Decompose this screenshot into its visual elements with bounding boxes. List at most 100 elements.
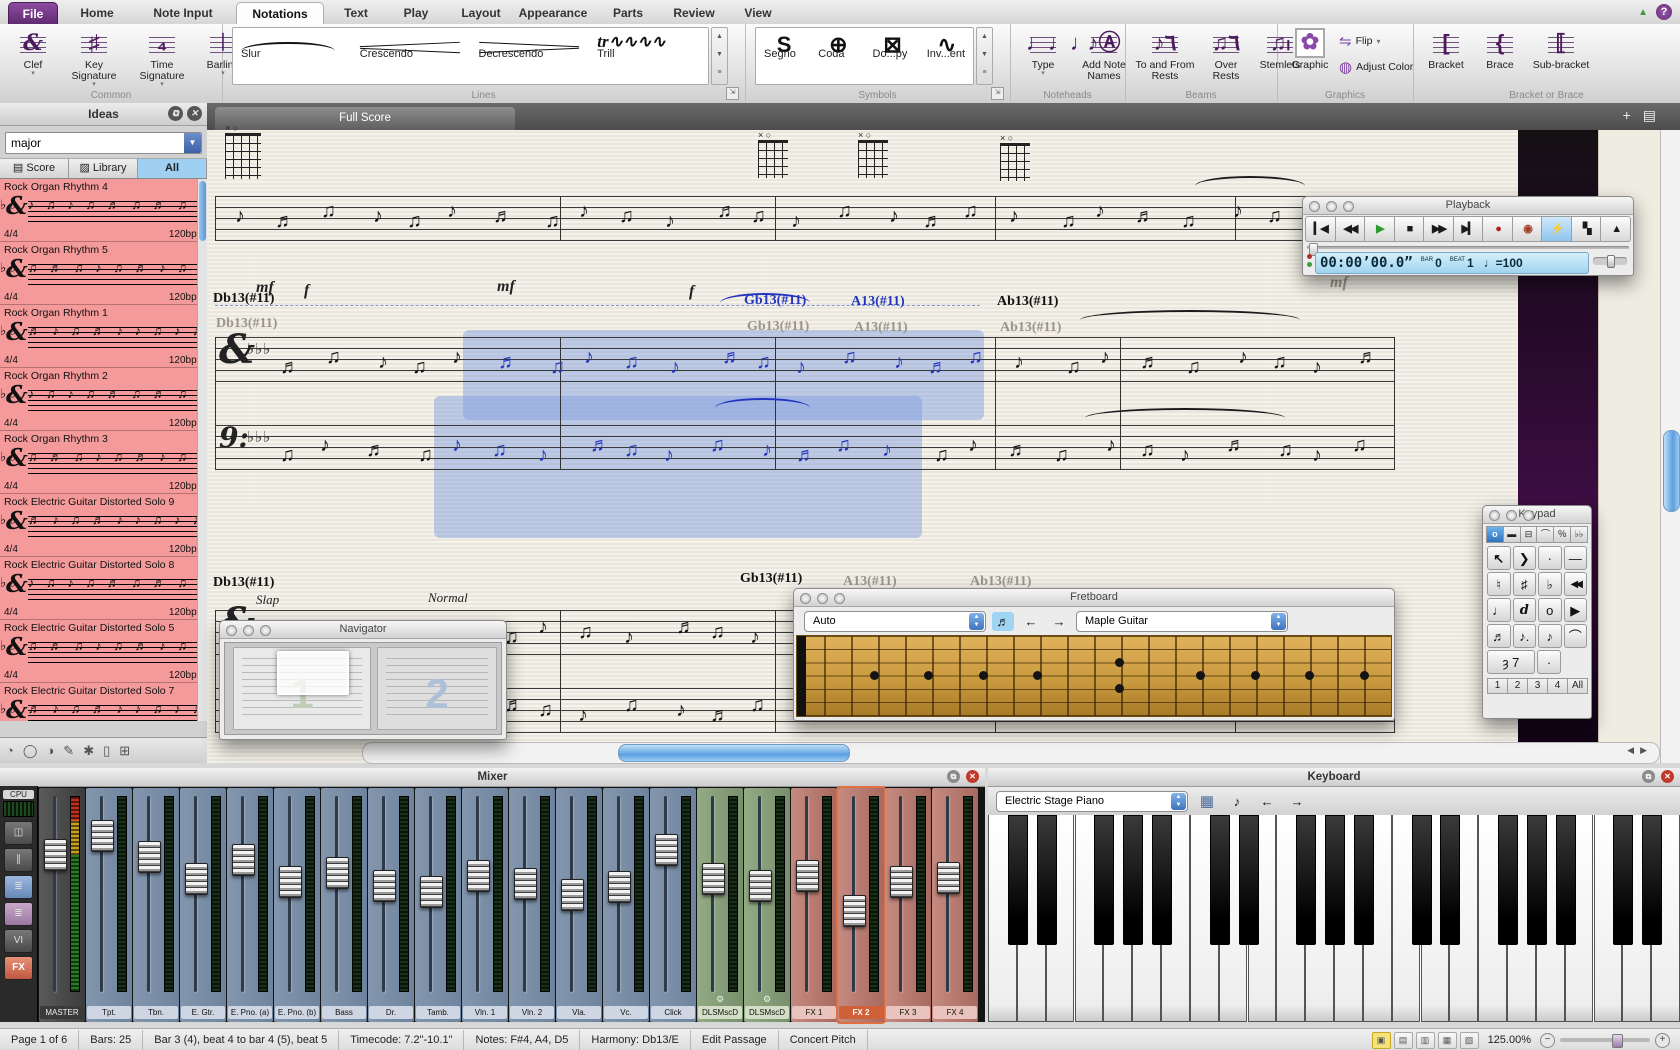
panels-view-icon[interactable]: ▣ — [1372, 1032, 1391, 1049]
vertical-scrollbar[interactable] — [1660, 130, 1680, 763]
note-cluster[interactable]: ♫ — [492, 440, 507, 460]
note-cluster[interactable]: ♫ — [1066, 357, 1081, 377]
escape-key[interactable]: ↖ — [1487, 546, 1511, 570]
segno-gallery-item[interactable]: SSegno — [764, 32, 804, 62]
note-cluster[interactable]: ♫ — [624, 440, 639, 460]
ribbon-tab-appearance[interactable]: Appearance — [512, 2, 594, 24]
note-cluster[interactable]: ♫ — [968, 347, 983, 367]
black-key[interactable] — [1412, 815, 1432, 945]
natural-key[interactable]: ♮ — [1487, 572, 1511, 596]
note-cluster[interactable]: ♪ — [1180, 445, 1190, 465]
channel-strip[interactable]: ⚙DLSMscD — [744, 788, 790, 1022]
note-cluster[interactable]: ♪ — [452, 347, 462, 367]
window-controls[interactable] — [1309, 201, 1354, 212]
note-cluster[interactable]: ♪ — [1009, 206, 1019, 226]
dialog-launcher-icon[interactable]: ⇲ — [991, 87, 1004, 100]
accent-key[interactable]: ❯ — [1513, 546, 1537, 570]
window-controls[interactable] — [1489, 510, 1534, 521]
note-cluster[interactable]: ♫ — [545, 211, 560, 231]
note-cluster[interactable]: ♬ — [1358, 347, 1378, 367]
note-cluster[interactable]: ♪ — [664, 445, 674, 465]
dynamic-marking[interactable]: mf — [256, 279, 274, 297]
fader-thumb[interactable] — [138, 841, 161, 873]
note-cluster[interactable]: ♬ — [280, 357, 300, 377]
channel-strip[interactable]: FX 4 — [932, 788, 978, 1022]
fretboard-titlebar[interactable]: Fretboard — [794, 589, 1394, 607]
note-cluster[interactable]: ♬ — [366, 440, 386, 460]
help-icon[interactable]: ? — [1656, 4, 1672, 20]
note-cluster[interactable]: ♪ — [665, 211, 675, 231]
key-signature-button[interactable]: ♯Key Signature▾ — [62, 28, 126, 88]
next-key[interactable]: ▶ — [1564, 598, 1588, 622]
note-cluster[interactable]: ♫ — [710, 435, 725, 455]
note-cluster[interactable]: ♫ — [624, 352, 639, 372]
note-cluster[interactable]: ♪ — [882, 440, 892, 460]
idea-settings-icon[interactable]: ✱ — [83, 743, 94, 759]
keypad-layout-tab-5[interactable]: ％ — [1554, 526, 1571, 543]
black-key[interactable] — [1123, 815, 1143, 945]
scroll-arrows-icon[interactable]: ◀▶ — [1627, 745, 1653, 756]
effects-button[interactable]: FX — [4, 956, 33, 980]
window-controls[interactable] — [800, 593, 845, 604]
fader-view-icon[interactable]: ∥ — [4, 848, 33, 872]
chord-symbol[interactable]: Ab13(#11) — [997, 294, 1058, 310]
note-cluster[interactable]: ♫ — [407, 211, 422, 231]
previous-key[interactable]: ◀◀ — [1564, 572, 1588, 596]
note-cluster[interactable]: ♬ — [1140, 352, 1160, 372]
channel-strip[interactable]: Tbn. — [133, 788, 179, 1022]
document-tab-full-score[interactable]: Full Score — [215, 107, 515, 130]
beam-over-rests-button[interactable]: ♫٦Over Rests — [1201, 28, 1251, 82]
note-cluster[interactable]: ♫ — [837, 201, 852, 221]
meter-view-icon[interactable]: ◫ — [4, 821, 33, 845]
dont-copy-gallery-item[interactable]: ⊠Do...py — [873, 32, 913, 62]
full-screen-view-icon[interactable]: ▦ — [1438, 1032, 1457, 1049]
zoom-out-button[interactable]: − — [1540, 1033, 1555, 1048]
note-cluster[interactable]: ♪ — [578, 705, 588, 725]
ribbon-tab-view[interactable]: View — [734, 2, 782, 24]
note-cluster[interactable]: ♫ — [550, 357, 565, 377]
idea-item[interactable]: Rock Electric Guitar Distorted Solo 5&♭♭… — [0, 620, 207, 683]
channel-strip[interactable]: Bass — [321, 788, 367, 1022]
new-tab-icon[interactable]: + — [1623, 107, 1631, 124]
note-cluster[interactable]: ♫ — [1061, 211, 1076, 231]
timeline-slider[interactable] — [1307, 243, 1629, 252]
note-cluster[interactable]: ♪ — [1312, 357, 1322, 377]
gallery-scroll[interactable]: ▲▼≡ — [711, 27, 728, 85]
ribbon-tab-home[interactable]: Home — [64, 2, 130, 24]
note-cluster[interactable]: ♪ — [1238, 347, 1248, 367]
keypad-page-all[interactable]: All — [1567, 678, 1588, 694]
dialog-launcher-icon[interactable]: ⇲ — [726, 87, 739, 100]
ribbon-tab-review[interactable]: Review — [662, 2, 726, 24]
keypad-layout-tab-6[interactable]: ♭♭ — [1571, 526, 1588, 543]
collapse-ribbon-icon[interactable]: ▲ — [1638, 7, 1648, 18]
coda-gallery-item[interactable]: ⊕Coda — [818, 32, 858, 62]
channel-strip[interactable]: FX 2 — [838, 788, 884, 1022]
idea-item[interactable]: Rock Organ Rhythm 5&♭♭ ♫ ♬ ♫ ♪ ♫ ♬ ♪ ♫ ♬… — [0, 242, 207, 305]
detach-panel-icon[interactable]: ⧉ — [947, 770, 960, 783]
note-cluster[interactable]: ♪ — [1106, 435, 1116, 455]
close-panel-icon[interactable]: ✕ — [187, 106, 202, 121]
fader-thumb[interactable] — [937, 862, 960, 894]
fader-thumb[interactable] — [655, 834, 678, 866]
note-cluster[interactable]: ♪ — [584, 347, 594, 367]
stepper-icon[interactable]: ▲▼ — [969, 613, 984, 630]
fretboard-instrument-select[interactable]: Maple Guitar ▲▼ — [1076, 611, 1288, 632]
note-cluster[interactable]: ♫ — [1054, 445, 1069, 465]
note-cluster[interactable]: ♪ — [538, 617, 548, 637]
channel-strip[interactable]: Vln. 1 — [462, 788, 508, 1022]
window-controls[interactable] — [226, 625, 271, 636]
black-key[interactable] — [1498, 815, 1518, 945]
flexi-time-button[interactable]: ◉ — [1513, 216, 1543, 242]
staccato-key[interactable]: · — [1538, 546, 1562, 570]
fader-thumb[interactable] — [232, 844, 255, 876]
note-cluster[interactable]: ♫ — [418, 445, 433, 465]
navigator-titlebar[interactable]: Navigator — [220, 621, 506, 639]
channel-strip[interactable]: FX 1 — [791, 788, 837, 1022]
zoom-slider[interactable] — [1560, 1038, 1650, 1042]
plugin-gear-icon[interactable]: ⚙ — [697, 994, 743, 1005]
idea-item[interactable]: Rock Organ Rhythm 4&♭♭ ♪ ♫ ♪ ♫ ♬ ♫ ♬ ♫ ♪… — [0, 179, 207, 242]
dotted-eighth-key[interactable]: ♪. — [1513, 624, 1537, 648]
note-cluster[interactable]: ♪ — [235, 206, 245, 226]
chord-symbol[interactable]: Gb13(#11) — [747, 319, 809, 335]
note-cluster[interactable]: ♪ — [378, 352, 388, 372]
